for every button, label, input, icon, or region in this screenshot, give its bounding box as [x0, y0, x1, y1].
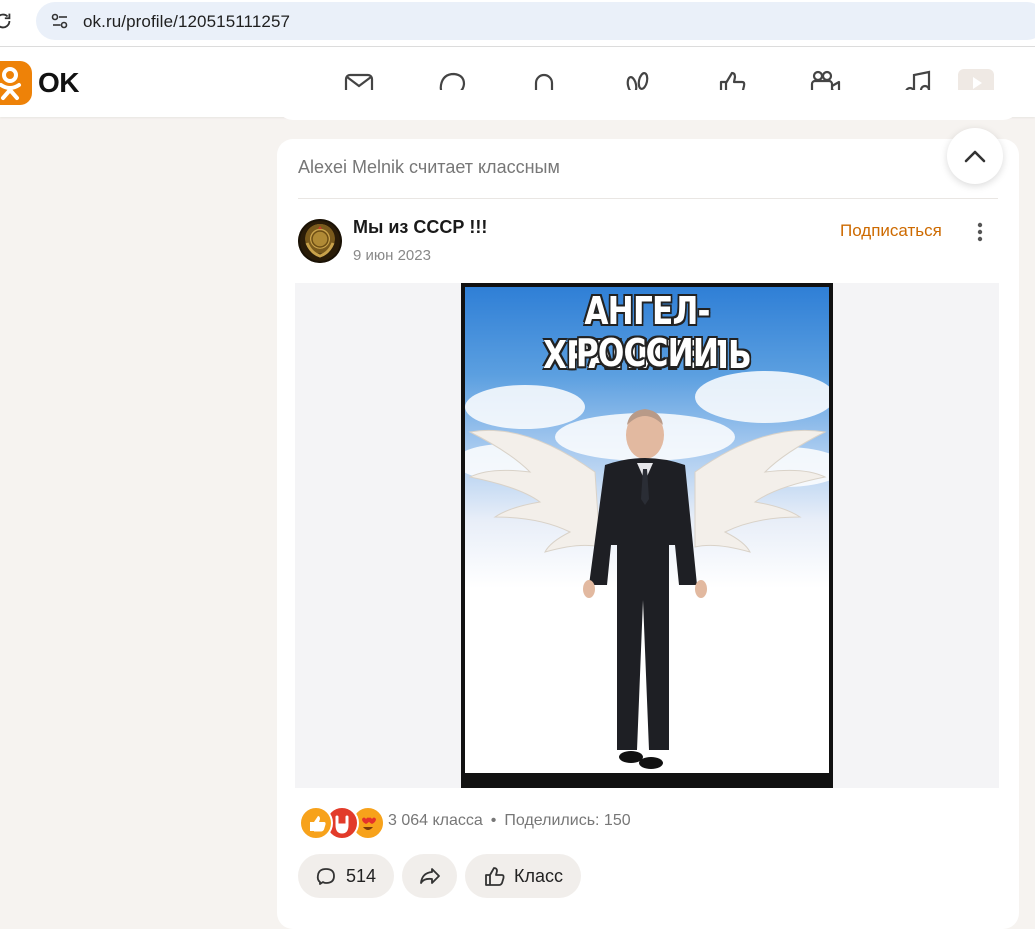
- site-logo-text[interactable]: OK: [38, 67, 80, 99]
- chevron-up-icon: [964, 150, 986, 163]
- reactions-count[interactable]: 3 064 класса: [388, 812, 483, 829]
- reactions-summary: 3 064 класса • Поделились: 150: [388, 812, 631, 830]
- group-avatar[interactable]: [298, 219, 342, 263]
- group-name-link[interactable]: Мы из СССР !!!: [353, 217, 487, 238]
- comments-count: 514: [346, 865, 377, 886]
- like-reaction-icon: [299, 806, 333, 840]
- thumbs-up-icon: [485, 867, 505, 886]
- separator-dot: •: [490, 812, 497, 829]
- comments-button[interactable]: 514: [298, 854, 394, 898]
- scroll-to-top-button[interactable]: [947, 128, 1003, 184]
- reload-icon[interactable]: [0, 10, 14, 32]
- post-date[interactable]: 9 июн 2023: [353, 247, 431, 264]
- share-arrow-icon: [419, 868, 440, 884]
- comment-icon: [316, 868, 335, 885]
- share-button[interactable]: [402, 854, 457, 898]
- post-image-content: АНГЕЛ-ХРАНИТЕЛЬ РОССИИ: [465, 287, 829, 773]
- previous-feed-card: [277, 90, 1019, 120]
- image-caption-line2: РОССИИ: [575, 331, 719, 375]
- reaction-icons[interactable]: [299, 806, 385, 840]
- url-text[interactable]: ok.ru/profile/120515111257: [83, 12, 290, 32]
- divider: [298, 198, 998, 199]
- shares-count[interactable]: Поделились: 150: [504, 812, 630, 829]
- site-info-icon[interactable]: [50, 11, 70, 31]
- address-bar[interactable]: ok.ru/profile/120515111257: [36, 2, 1035, 40]
- klass-label: Класс: [514, 865, 563, 886]
- liked-by-text[interactable]: Alexei Melnik считает классным: [298, 157, 560, 178]
- klass-button[interactable]: Класс: [465, 854, 581, 898]
- browser-toolbar: ok.ru/profile/120515111257: [0, 0, 1035, 47]
- more-options-icon[interactable]: [970, 220, 990, 244]
- post-image[interactable]: АНГЕЛ-ХРАНИТЕЛЬ РОССИИ: [461, 283, 833, 788]
- ok-logo-icon[interactable]: [0, 61, 32, 105]
- subscribe-button[interactable]: Подписаться: [840, 221, 942, 241]
